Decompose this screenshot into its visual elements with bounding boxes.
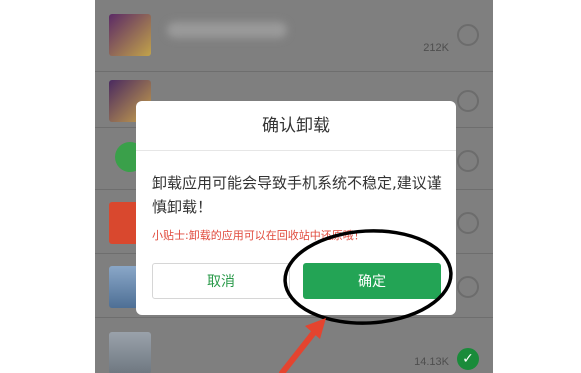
dialog-title: 确认卸载 [136, 101, 456, 151]
radio-icon[interactable] [457, 150, 479, 172]
app-size: 14.13K [414, 356, 449, 368]
confirm-button[interactable]: 确定 [303, 263, 441, 299]
uninstall-confirm-dialog: 确认卸载 卸载应用可能会导致手机系统不稳定,建议谨慎卸载！ 小贴士:卸载的应用可… [136, 101, 456, 315]
list-item[interactable]: 14.13K ✓ [95, 318, 493, 373]
cancel-button[interactable]: 取消 [152, 263, 290, 299]
app-name-blurred [167, 22, 287, 38]
radio-icon[interactable] [457, 90, 479, 112]
dialog-message: 卸载应用可能会导致手机系统不稳定,建议谨慎卸载！ [152, 174, 442, 216]
check-icon[interactable]: ✓ [457, 348, 479, 370]
radio-icon[interactable] [457, 276, 479, 298]
list-item[interactable]: 212K [95, 0, 493, 72]
app-icon [109, 14, 151, 56]
radio-icon[interactable] [457, 212, 479, 234]
app-size: 212K [423, 42, 449, 54]
dialog-tip: 小贴士:卸载的应用可以在回收站中还原哦！ [152, 229, 365, 242]
app-icon [109, 332, 151, 373]
radio-icon[interactable] [457, 24, 479, 46]
